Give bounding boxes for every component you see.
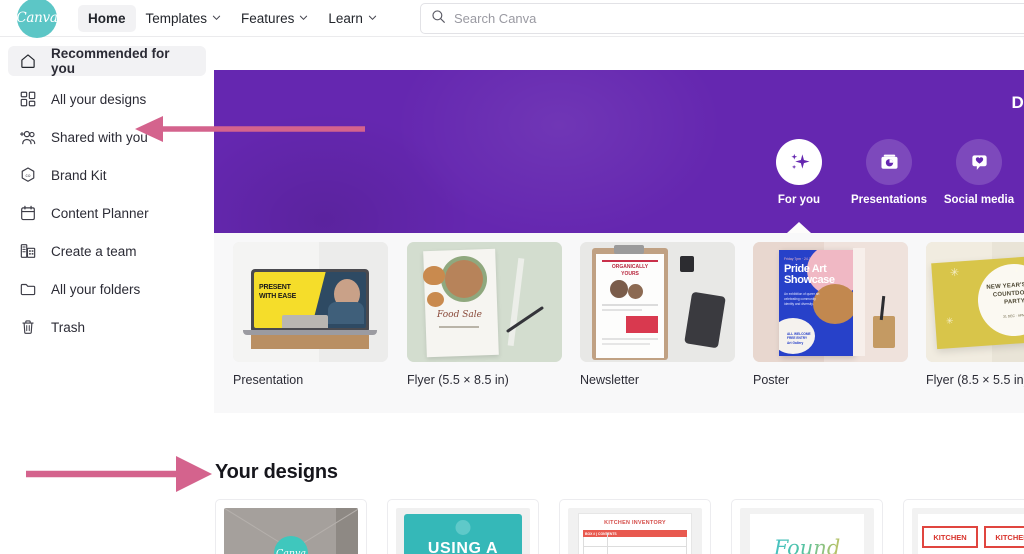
design-card-text: KITCHEN	[933, 532, 967, 542]
template-thumbnail: ORGANICALLY YOURS	[580, 242, 735, 362]
heart-bubble-icon	[956, 139, 1002, 185]
sidebar-item-recommended-for-you[interactable]: Recommended for you	[8, 46, 206, 76]
design-card-subtext: BOX # | CONTENTS	[585, 531, 617, 536]
template-card-caption: Flyer (5.5 × 8.5 in)	[407, 373, 509, 387]
template-card-caption: Flyer (8.5 × 5.5 in)	[926, 373, 1024, 387]
design-thumbnail: USING A	[396, 508, 530, 554]
nav-item-templates[interactable]: Templates	[136, 5, 232, 32]
template-thumbnail: Friday 7pm · 24 June Pride Art Showcase A…	[753, 242, 908, 362]
trash-icon	[18, 317, 38, 337]
active-category-pointer	[787, 222, 811, 233]
sidebar-item-label: Create a team	[51, 243, 137, 259]
template-card-flyer-small[interactable]: Food Sale Flyer (5.5 × 8.5 in)	[407, 242, 562, 387]
design-card-found[interactable]: Found	[731, 499, 883, 554]
home-icon	[18, 51, 38, 71]
design-card-text: KITCHEN INVENTORY	[604, 520, 666, 526]
canva-logo-text: Canva	[16, 10, 58, 26]
sidebar-item-trash[interactable]: Trash	[8, 312, 206, 342]
design-card-text: Canva	[275, 547, 307, 554]
banner-category-social-media[interactable]: Social media	[925, 139, 1024, 206]
hero-banner: D For you Presentations Social media	[214, 70, 1024, 233]
nav-item-home[interactable]: Home	[78, 4, 136, 32]
nav-item-learn-label: Learn	[328, 10, 363, 26]
sidebar-item-label: Content Planner	[51, 205, 149, 221]
canva-logo[interactable]: Canva	[16, 0, 58, 38]
design-card-text: USING A	[427, 540, 499, 554]
banner-category-label: Social media	[943, 194, 1015, 206]
design-thumbnail: Found	[740, 508, 874, 554]
banner-category-label: For you	[777, 194, 821, 206]
chevron-down-icon	[368, 13, 377, 22]
design-thumbnail: KITCHEN KITCHEN	[912, 508, 1024, 554]
template-thumbnail: NEW YEAR'S EVECOUNTDOWNPARTY 31 DEC · 9P…	[926, 242, 1024, 362]
sidebar-item-label: Trash	[51, 319, 86, 335]
sidebar-item-all-your-designs[interactable]: All your designs	[8, 84, 206, 114]
template-card-newsletter[interactable]: ORGANICALLY YOURS Newsletter	[580, 242, 735, 387]
sidebar: Recommended for you All your designs Sha…	[0, 38, 214, 554]
folder-icon	[18, 279, 38, 299]
sidebar-item-label: Shared with you	[51, 129, 148, 145]
search-icon	[431, 9, 446, 29]
banner-category-label: Presentations	[850, 194, 928, 206]
search-input[interactable]: Search Canva	[420, 3, 1024, 34]
brand-hexagon-icon: co	[18, 165, 38, 185]
template-suggestions-panel: PRESENT WITH EASE Presentation Food Sale…	[214, 233, 1024, 413]
template-card-flyer-wide[interactable]: NEW YEAR'S EVECOUNTDOWNPARTY 31 DEC · 9P…	[926, 242, 1024, 387]
search-placeholder: Search Canva	[454, 11, 537, 26]
add-people-icon	[18, 127, 38, 147]
top-navigation-bar: Canva Home Templates Features Learn Sear…	[0, 0, 1024, 38]
sidebar-item-shared-with-you[interactable]: Shared with you	[8, 122, 206, 152]
nav-item-home-label: Home	[88, 10, 126, 26]
nav-item-features[interactable]: Features	[231, 5, 318, 32]
design-card-kitchen-labels[interactable]: KITCHEN KITCHEN	[903, 499, 1024, 554]
template-card-caption: Newsletter	[580, 373, 640, 387]
template-thumbnail: PRESENT WITH EASE	[233, 242, 388, 362]
nav-item-templates-label: Templates	[145, 10, 208, 26]
grid-icon	[18, 89, 38, 109]
design-card-text-2: KITCHEN	[995, 532, 1024, 542]
calendar-icon	[18, 203, 38, 223]
design-card-text: Found	[740, 536, 874, 554]
template-card-caption: Poster	[753, 373, 790, 387]
template-thumbnail: Food Sale	[407, 242, 562, 362]
sidebar-item-label: Recommended for you	[51, 46, 170, 76]
nav-item-learn[interactable]: Learn	[318, 5, 387, 32]
presentation-chart-icon	[866, 139, 912, 185]
template-card-caption: Presentation	[233, 373, 304, 387]
design-card-kitchen-inventory[interactable]: KITCHEN INVENTORY BOX # | CONTENTS	[559, 499, 711, 554]
chevron-down-icon	[299, 13, 308, 22]
design-thumbnail: Canva	[224, 508, 358, 554]
design-card-canva-placeholder[interactable]: Canva	[215, 499, 367, 554]
svg-text:co: co	[26, 173, 31, 178]
sidebar-item-content-planner[interactable]: Content Planner	[8, 198, 206, 228]
sidebar-item-all-your-folders[interactable]: All your folders	[8, 274, 206, 304]
sidebar-item-label: All your designs	[51, 91, 147, 107]
sidebar-item-label: All your folders	[51, 281, 141, 297]
sidebar-item-brand-kit[interactable]: co Brand Kit	[8, 160, 206, 190]
sidebar-item-label: Brand Kit	[51, 167, 107, 183]
chevron-down-icon	[212, 13, 221, 22]
building-icon	[18, 241, 38, 261]
sidebar-item-create-a-team[interactable]: Create a team	[8, 236, 206, 266]
template-card-presentation[interactable]: PRESENT WITH EASE Presentation	[233, 242, 388, 387]
sparkle-icon	[776, 139, 822, 185]
design-thumbnail: KITCHEN INVENTORY BOX # | CONTENTS	[568, 508, 702, 554]
template-card-poster[interactable]: Friday 7pm · 24 June Pride Art Showcase A…	[753, 242, 908, 387]
canva-home-page: Canva Home Templates Features Learn Sear…	[0, 0, 1024, 554]
design-card-using-a[interactable]: USING A	[387, 499, 539, 554]
banner-category-row: For you Presentations Social media	[214, 70, 1024, 233]
nav-item-features-label: Features	[241, 10, 295, 26]
your-designs-heading: Your designs	[215, 461, 338, 483]
